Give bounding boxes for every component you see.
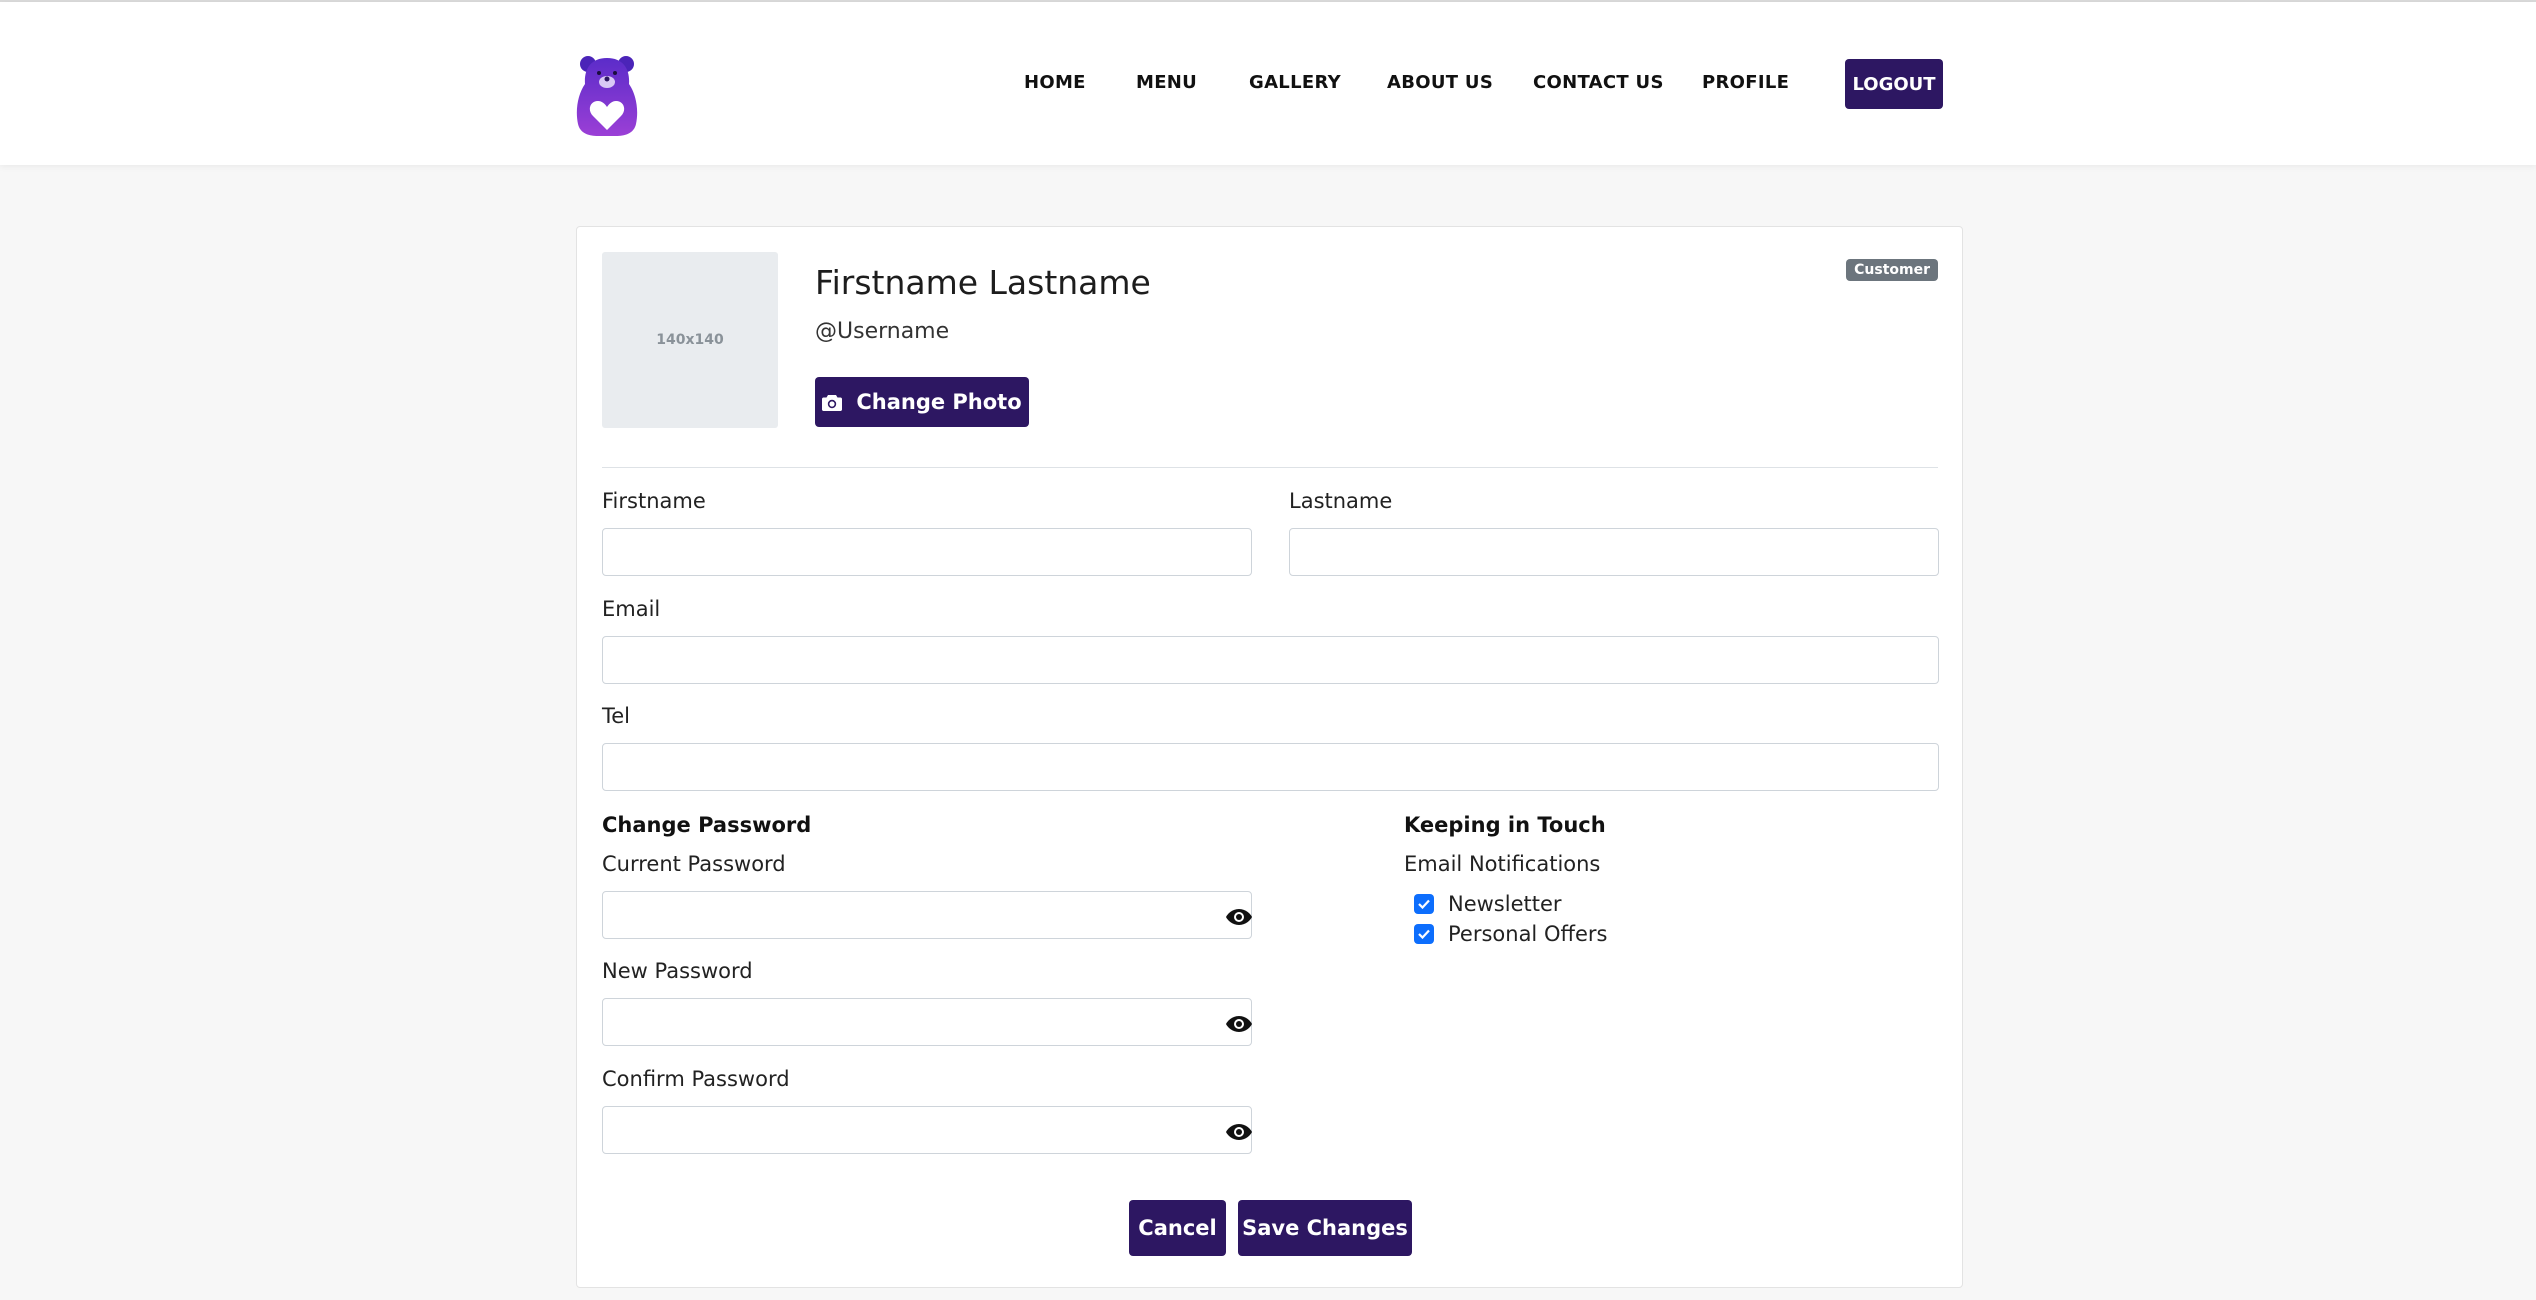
change-password-title: Change Password xyxy=(602,813,812,837)
nav-contact-link[interactable]: CONTACT US xyxy=(1533,72,1664,93)
personal-offers-label: Personal Offers xyxy=(1448,922,1608,946)
change-photo-button[interactable]: Change Photo xyxy=(815,377,1029,427)
current-password-input[interactable] xyxy=(602,891,1252,939)
nav-profile-link[interactable]: PROFILE xyxy=(1702,72,1789,93)
email-input[interactable] xyxy=(602,636,1939,684)
current-password-label: Current Password xyxy=(602,852,786,876)
nav-about-link[interactable]: ABOUT US xyxy=(1387,72,1493,93)
avatar-placeholder: 140x140 xyxy=(602,252,778,428)
eye-icon[interactable] xyxy=(1226,908,1252,926)
bear-heart-logo[interactable] xyxy=(574,54,640,136)
personal-offers-option[interactable]: Personal Offers xyxy=(1414,922,1607,946)
site-header: HOME MENU GALLERY ABOUT US CONTACT US PR… xyxy=(0,2,2536,165)
avatar-size-label: 140x140 xyxy=(656,332,724,348)
firstname-label: Firstname xyxy=(602,489,706,513)
newsletter-label: Newsletter xyxy=(1448,892,1562,916)
check-icon xyxy=(1418,929,1430,939)
newsletter-option[interactable]: Newsletter xyxy=(1414,892,1562,916)
confirm-password-label: Confirm Password xyxy=(602,1067,790,1091)
tel-label: Tel xyxy=(602,704,631,728)
profile-card: 140x140 Firstname Lastname @Username Cha… xyxy=(576,226,1963,1288)
change-photo-label: Change Photo xyxy=(856,390,1022,414)
profile-username: @Username xyxy=(815,319,950,344)
cancel-button[interactable]: Cancel xyxy=(1129,1200,1226,1256)
logout-button[interactable]: LOGOUT xyxy=(1845,59,1943,109)
tel-input[interactable] xyxy=(602,743,1939,791)
nav-gallery-link[interactable]: GALLERY xyxy=(1249,72,1341,93)
new-password-input[interactable] xyxy=(602,998,1252,1046)
personal-offers-checkbox[interactable] xyxy=(1414,924,1434,944)
camera-icon xyxy=(822,394,843,411)
email-label: Email xyxy=(602,597,661,621)
lastname-input[interactable] xyxy=(1289,528,1939,576)
keeping-in-touch-title: Keeping in Touch xyxy=(1404,813,1606,837)
save-changes-button[interactable]: Save Changes xyxy=(1238,1200,1412,1256)
role-badge: Customer xyxy=(1846,259,1938,281)
confirm-password-input[interactable] xyxy=(602,1106,1252,1154)
profile-full-name: Firstname Lastname xyxy=(815,263,1151,302)
eye-icon[interactable] xyxy=(1226,1123,1252,1141)
lastname-label: Lastname xyxy=(1289,489,1393,513)
profile-divider xyxy=(602,467,1938,468)
check-icon xyxy=(1418,899,1430,909)
firstname-input[interactable] xyxy=(602,528,1252,576)
newsletter-checkbox[interactable] xyxy=(1414,894,1434,914)
nav-home-link[interactable]: HOME xyxy=(1024,72,1086,93)
new-password-label: New Password xyxy=(602,959,753,983)
email-notifications-label: Email Notifications xyxy=(1404,852,1601,876)
eye-icon[interactable] xyxy=(1226,1015,1252,1033)
nav-menu-link[interactable]: MENU xyxy=(1136,72,1197,93)
